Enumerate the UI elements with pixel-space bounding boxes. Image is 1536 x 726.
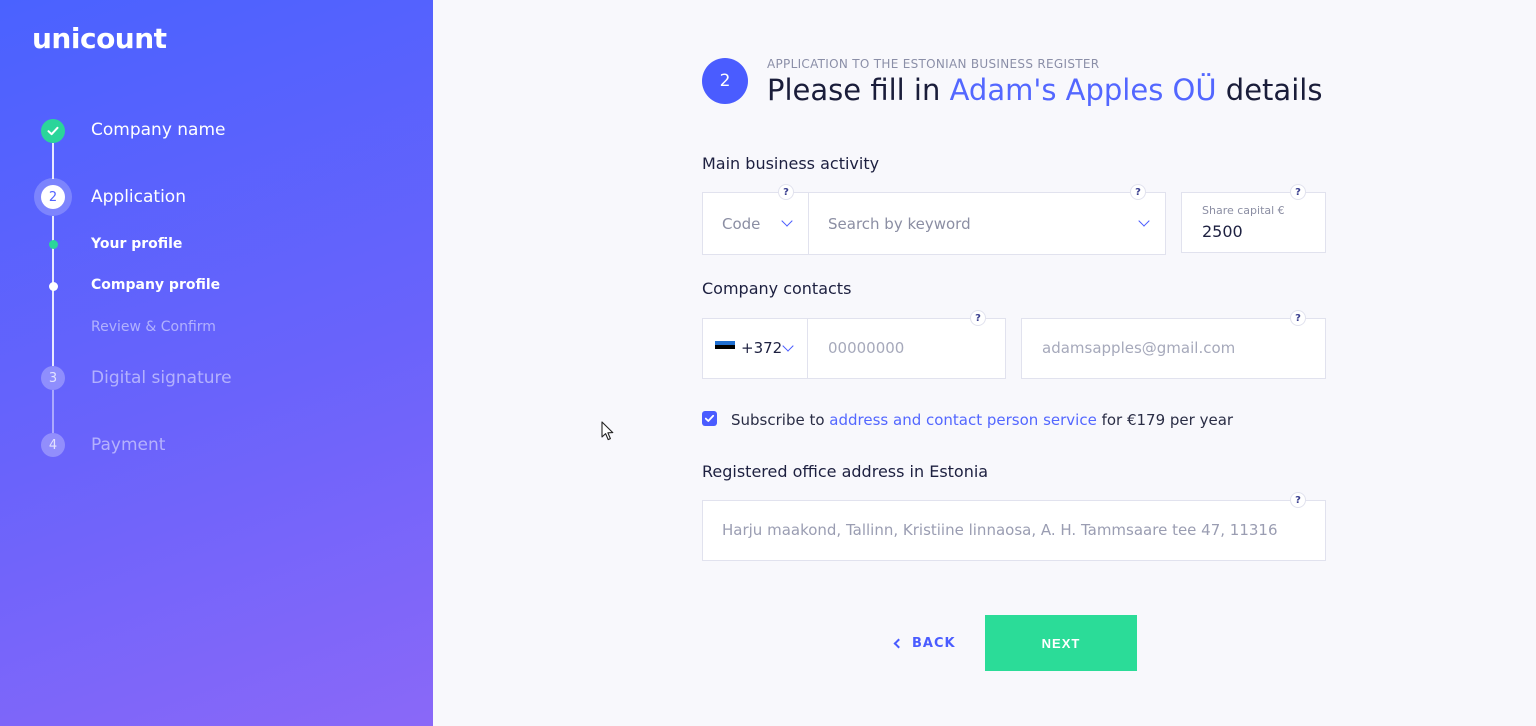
main-content: 2 APPLICATION TO THE ESTONIAN BUSINESS R… <box>433 0 1536 726</box>
title-prefix: Please fill in <box>767 73 950 107</box>
help-icon[interactable]: ? <box>970 310 986 326</box>
substep-your-profile[interactable]: Your profile <box>91 236 182 252</box>
substep-review-confirm: Review & Confirm <box>91 319 216 335</box>
step-payment: Payment <box>91 435 166 455</box>
help-icon[interactable]: ? <box>1130 184 1146 200</box>
help-icon[interactable]: ? <box>1290 310 1306 326</box>
sidebar: unicount Company name 2 Application Your… <box>0 0 433 726</box>
substep-company-profile[interactable]: Company profile <box>91 277 220 293</box>
help-icon[interactable]: ? <box>1290 184 1306 200</box>
substep-active-dot <box>49 282 58 291</box>
step-3-number: 3 <box>41 366 65 390</box>
page-title: Please fill in Adam's Apples OÜ details <box>767 73 1322 107</box>
business-activity-label: Main business activity <box>702 154 880 173</box>
step-connector <box>52 143 54 179</box>
back-label: BACK <box>912 636 956 651</box>
search-placeholder: Search by keyword <box>828 215 971 233</box>
phone-input[interactable]: 00000000 <box>807 318 1006 379</box>
step-connector <box>52 216 54 366</box>
company-name: Adam's Apples OÜ <box>949 73 1217 107</box>
chevron-left-icon <box>893 638 904 649</box>
address-label: Registered office address in Estonia <box>702 462 989 481</box>
chevron-down-icon <box>782 340 794 352</box>
address-placeholder: Harju maakond, Tallinn, Kristiine linnao… <box>722 521 1278 539</box>
subscribe-text: Subscribe to address and contact person … <box>731 411 1233 429</box>
mouse-cursor-icon <box>601 421 614 441</box>
step-2-number: 2 <box>41 185 65 209</box>
country-code: +372 <box>741 339 783 357</box>
step-4-number: 4 <box>41 433 65 457</box>
company-contacts-label: Company contacts <box>702 279 852 298</box>
activity-search-select[interactable]: Search by keyword <box>808 192 1166 255</box>
title-suffix: details <box>1216 73 1323 107</box>
contact-service-link[interactable]: address and contact person service <box>829 411 1097 429</box>
phone-placeholder: 00000000 <box>828 339 905 357</box>
subscribe-suffix: for €179 per year <box>1096 411 1234 429</box>
code-select[interactable]: Code <box>702 192 809 255</box>
share-capital-value: 2500 <box>1202 222 1243 241</box>
step-1-check-icon <box>41 119 65 143</box>
step-application[interactable]: Application <box>91 187 186 207</box>
logo: unicount <box>32 22 167 55</box>
next-button[interactable]: NEXT <box>985 615 1137 671</box>
subscribe-checkbox[interactable] <box>702 411 717 426</box>
help-icon[interactable]: ? <box>778 184 794 200</box>
step-badge: 2 <box>702 58 748 104</box>
code-placeholder: Code <box>722 215 761 233</box>
step-digital-signature: Digital signature <box>91 368 232 388</box>
step-company-name[interactable]: Company name <box>91 120 226 140</box>
share-capital-label: Share capital € <box>1202 204 1285 217</box>
back-button[interactable]: BACK <box>893 636 956 651</box>
estonia-flag-icon <box>715 341 735 353</box>
country-code-select[interactable]: +372 <box>702 318 808 379</box>
pre-title: APPLICATION TO THE ESTONIAN BUSINESS REG… <box>767 57 1100 71</box>
email-placeholder: adamsapples@gmail.com <box>1042 339 1236 357</box>
subscribe-prefix: Subscribe to <box>731 411 830 429</box>
step-connector <box>52 390 54 433</box>
chevron-down-icon <box>781 215 793 227</box>
help-icon[interactable]: ? <box>1290 492 1306 508</box>
email-input[interactable]: adamsapples@gmail.com <box>1021 318 1326 379</box>
substep-done-dot <box>49 240 58 249</box>
share-capital-input[interactable]: Share capital € 2500 <box>1181 192 1326 253</box>
address-input[interactable]: Harju maakond, Tallinn, Kristiine linnao… <box>702 500 1326 561</box>
chevron-down-icon <box>1138 215 1150 227</box>
